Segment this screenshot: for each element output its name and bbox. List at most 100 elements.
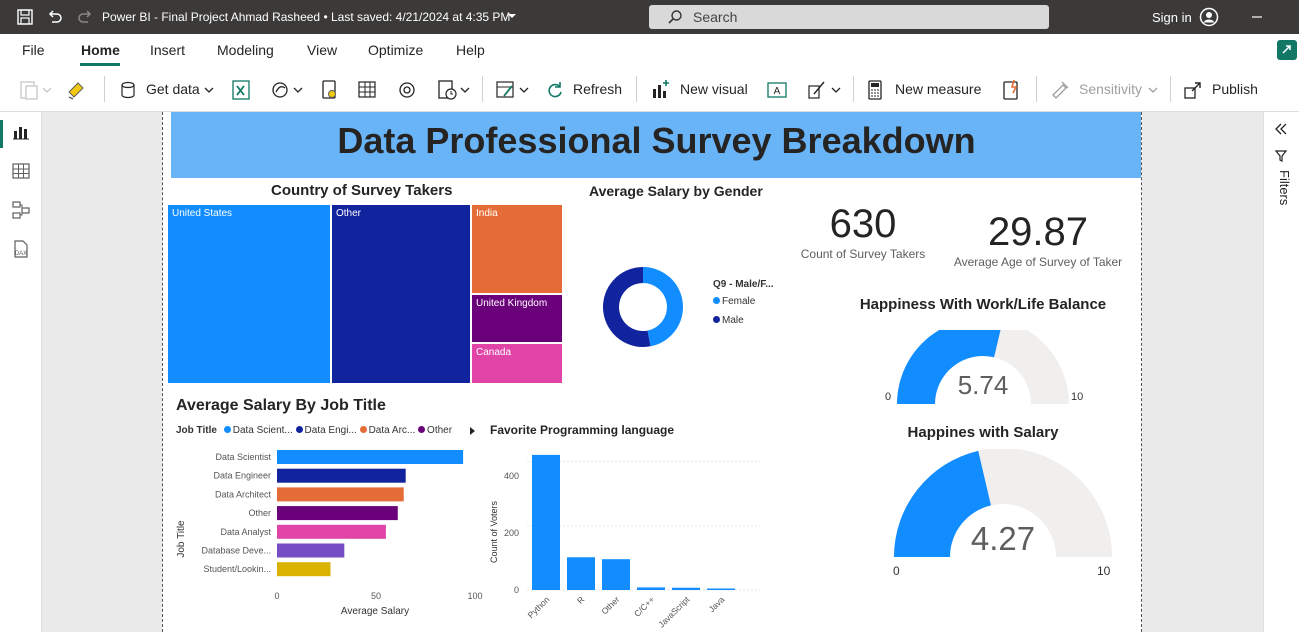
ribbon-toolbar: Get data Refresh New visual A New measur… [0,66,1299,112]
menu-modeling[interactable]: Modeling [217,42,274,58]
dataverse-icon[interactable] [318,78,340,102]
ribbon-separator [636,76,637,102]
report-view-icon[interactable] [11,122,31,142]
onelake-hub-icon[interactable] [270,78,306,102]
get-data-button[interactable]: Get data [118,78,218,102]
legend-dot [359,426,367,433]
legend-item[interactable]: Data Scient... [223,425,293,436]
column-lang-ytick: 0 [514,585,519,595]
donut-legend-female[interactable]: Female [713,296,755,307]
menu-view[interactable]: View [307,42,337,58]
refresh-button[interactable]: Refresh [545,78,625,102]
column-lang-category-label: Other [599,594,621,616]
kpi-card-age[interactable]: 29.87 Average Age of Survey of Taker [948,210,1128,269]
publish-button[interactable]: Publish [1183,78,1263,102]
model-view-icon[interactable] [11,200,31,220]
menu-file[interactable]: File [22,42,45,58]
recent-sources-icon[interactable] [396,78,418,102]
treemap-tile-india[interactable]: India [472,205,562,293]
enter-data-icon[interactable] [356,78,378,102]
bar-job-bar[interactable] [277,487,404,502]
save-icon[interactable] [16,8,34,26]
column-lang-bar[interactable] [672,587,700,590]
publish-icon [1184,82,1201,99]
bar-job-chart[interactable]: Job Title Average Salary 0 50 100 Data S… [169,444,489,624]
column-lang-category-label: JavaScript [656,594,692,630]
bar-job-bar[interactable] [277,524,386,539]
treemap-tile-canada[interactable]: Canada [472,344,562,383]
legend-next-arrow-icon[interactable] [467,426,477,436]
chevron-down-icon[interactable] [506,10,518,22]
column-lang-ytick: 200 [504,528,519,538]
bar-job-xlabel: Average Salary [341,606,409,617]
redo-icon[interactable] [76,8,94,26]
search-box[interactable]: Search [649,5,1049,29]
column-lang-category-label: Java [707,594,727,614]
column-lang-bar[interactable] [532,454,560,590]
format-painter-icon[interactable] [66,78,88,102]
column-lang-chart[interactable]: Count of Voters 0 200 400 Python R Other C/… [485,452,765,632]
donut-legend-title: Q9 - Male/F... [713,279,774,290]
donut-chart[interactable] [593,257,693,357]
menu-insert[interactable]: Insert [150,42,185,58]
quick-measure-icon[interactable] [1000,78,1022,102]
sign-in-link[interactable]: Sign in [1152,10,1192,25]
column-lang-ylabel: Count of Voters [489,500,499,563]
bar-job-title: Average Salary By Job Title [176,397,386,414]
minimize-icon[interactable] [1248,8,1266,26]
excel-icon[interactable] [230,78,252,102]
column-lang-title: Favorite Programming language [490,423,675,437]
menu-optimize[interactable]: Optimize [368,42,423,58]
sensitivity-icon [1052,81,1069,99]
bar-job-bar[interactable] [277,543,345,558]
kpi-age-label: Average Age of Survey of Taker [953,255,1123,269]
calculator-icon [868,80,882,100]
transform-icon[interactable] [494,78,532,102]
menu-home[interactable]: Home [81,42,120,58]
bar-job-bar[interactable] [277,468,406,483]
account-icon[interactable] [1199,7,1219,27]
kpi-age-value: 29.87 [987,210,1089,254]
legend-dot [713,297,720,304]
menu-help[interactable]: Help [456,42,485,58]
bar-job-category-label: Database Deve... [201,546,271,556]
filters-pane-collapsed[interactable]: Filters [1263,112,1299,632]
active-view-indicator [0,120,3,148]
search-icon [668,10,682,24]
new-visual-button[interactable]: New visual [650,78,750,102]
legend-item[interactable]: Other [418,425,452,436]
ribbon-separator [1170,76,1171,102]
transform-data-icon[interactable] [436,78,472,102]
title-bar: Power BI - Final Project Ahmad Rasheed •… [0,0,1299,34]
donut-slice[interactable] [643,267,683,347]
legend-item[interactable]: Data Arc... [359,425,415,436]
kpi-card-count[interactable]: 630 Count of Survey Takers [793,202,933,261]
donut-title: Average Salary by Gender [589,183,763,199]
gauge-wlb-title: Happiness With Work/Life Balance [859,296,1107,313]
bar-job-bar[interactable] [277,506,398,521]
treemap-tile-other[interactable]: Other [332,205,470,383]
donut-legend-male[interactable]: Male [713,315,744,326]
new-measure-button[interactable]: New measure [866,78,986,102]
paste-icon[interactable] [18,78,54,102]
dax-query-view-icon[interactable]: DAX [11,239,31,259]
table-view-icon[interactable] [11,161,31,181]
bar-job-bar[interactable] [277,450,464,464]
bar-job-legend: Job Title Data Scient... Data Engi... Da… [176,425,452,436]
treemap-tile-united-kingdom[interactable]: United Kingdom [472,295,562,342]
more-visuals-icon[interactable] [806,78,844,102]
column-lang-bar[interactable] [602,559,630,590]
filters-label[interactable]: Filters [1272,170,1292,230]
report-page: Data Professional Survey Breakdown Count… [162,112,1142,632]
column-lang-bar[interactable] [707,588,735,591]
share-icon[interactable] [1276,39,1298,61]
text-box-icon[interactable]: A [766,78,788,102]
expand-pane-icon[interactable] [1274,122,1288,136]
column-lang-bar[interactable] [567,557,595,590]
undo-icon[interactable] [46,8,64,26]
legend-item[interactable]: Data Engi... [295,425,357,436]
sensitivity-button[interactable]: Sensitivity [1050,78,1162,102]
bar-job-bar[interactable] [277,562,331,577]
column-lang-bar[interactable] [637,587,665,590]
treemap-tile-united-states[interactable]: United States [168,205,330,383]
